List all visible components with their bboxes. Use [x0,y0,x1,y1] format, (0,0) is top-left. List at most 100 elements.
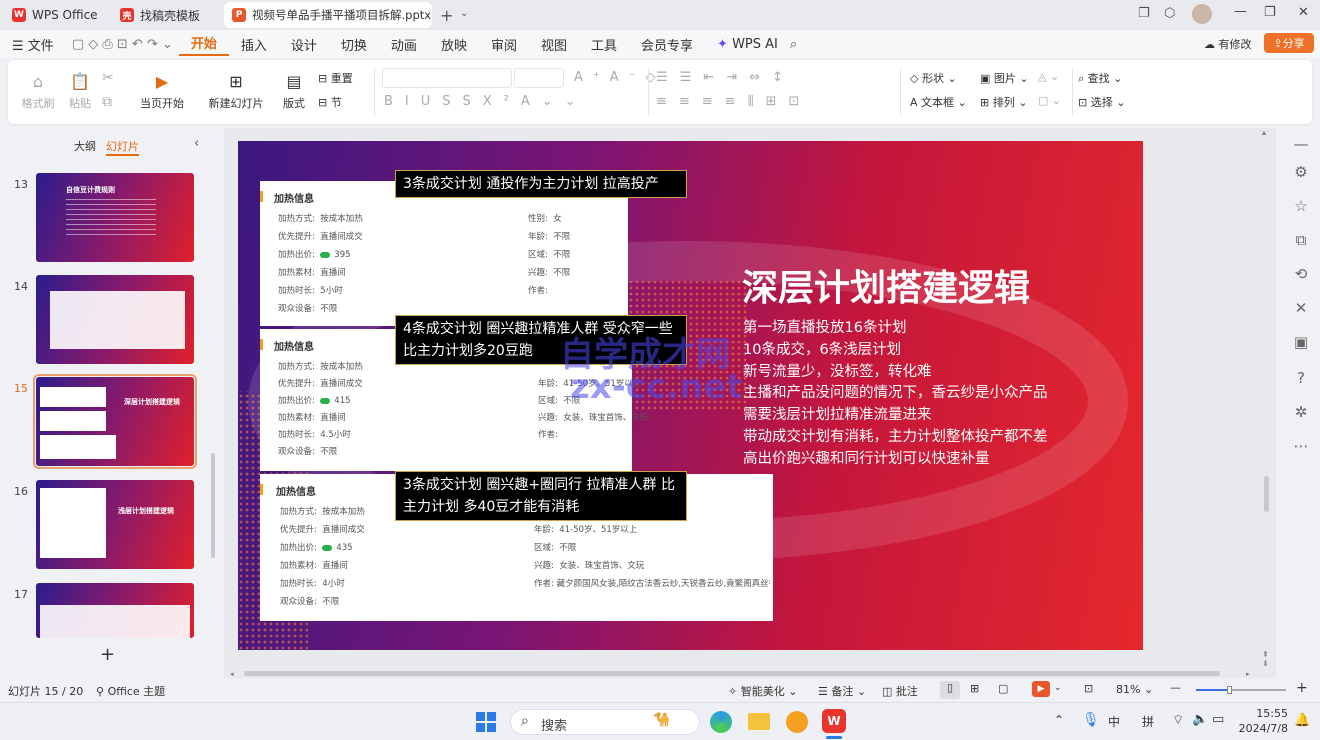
outline-tab[interactable]: 大纲 [74,138,96,154]
outline-icon[interactable]: ▢ ⌄ [1038,94,1061,107]
scroll-left-icon[interactable]: ◂ [230,670,234,678]
adjust-icon[interactable]: ⚙ [1290,164,1312,180]
slide-thumbnail-17[interactable] [36,583,194,638]
vertical-scrollbar[interactable] [1264,476,1269,512]
gear-icon[interactable]: ✲ [1290,404,1312,420]
file-explorer-icon[interactable] [748,713,770,730]
tab-animation[interactable]: 动画 [379,35,429,54]
tab-view[interactable]: 视图 [529,35,579,54]
scroll-right-icon[interactable]: ▸ [1246,670,1250,678]
help-icon[interactable]: ? [1290,370,1312,386]
star-icon[interactable]: ☆ [1290,198,1312,214]
copy-icon[interactable]: ⧉ [102,94,112,110]
panel-scrollbar[interactable] [211,453,215,558]
paragraph-list-icons[interactable]: ☰☰⇤⇥⇔↕ [656,70,795,85]
comments-button[interactable]: ◫ 批注 [882,683,918,699]
zoom-slider[interactable] [1196,686,1286,694]
battery-icon[interactable]: ▭ [1212,712,1224,727]
tab-insert[interactable]: 插入 [229,35,279,54]
section-button[interactable]: ⊟ 节 [318,94,342,110]
new-slide-button[interactable]: ⊞ 新建幻灯片 [204,68,268,116]
wifi-icon[interactable]: ⌔ [1172,712,1184,728]
tab-design[interactable]: 设计 [279,35,329,54]
scrollbar-thumb[interactable] [244,671,1220,676]
minus-icon[interactable]: — [1290,136,1312,152]
reading-view-icon[interactable]: ▢ [998,682,1008,695]
more-icon[interactable]: ⋯ [1290,438,1312,454]
cut-icon[interactable]: ✂ [102,70,114,86]
tray-chevron-icon[interactable]: ⌃ [1054,713,1064,727]
tab-wps-office[interactable]: W WPS Office [4,2,108,28]
edge-browser-icon[interactable] [710,711,732,733]
fill-icon[interactable]: ◬ ⌄ [1038,70,1059,83]
windows-start-icon[interactable] [476,712,496,732]
slide-thumbnail-16[interactable]: 浅层计划搭建逻辑 [36,480,194,569]
copy-layer-icon[interactable]: ⧉ [1290,232,1312,248]
new-tab-plus-icon[interactable]: + [440,6,453,25]
select-button[interactable]: ⊡ 选择 ⌄ [1078,94,1125,110]
picture-button[interactable]: ▣ 图片 ⌄ [980,70,1029,86]
text-style-icons[interactable]: BIUSSX²A⌄⌄ [384,94,588,109]
format-painter-button[interactable]: ⌂ 格式刷 [18,68,58,116]
slide-sorter-icon[interactable]: ⊞ [970,682,979,695]
notes-button[interactable]: ☰ 备注 ⌄ [818,683,866,699]
horizontal-scrollbar[interactable]: ◂ ▸ [230,670,1254,678]
microphone-icon[interactable]: 🎙 [1082,712,1100,728]
scroll-up-icon[interactable]: ▴ [1262,128,1266,137]
slide-thumbnail-15-selected[interactable]: 深层计划搭建逻辑 [33,374,197,469]
slide-15[interactable]: 加热信息 加热方式: 按成本加热 优先提升: 直播间成交 加热出价: 395 加… [238,141,1143,650]
caption-box-1[interactable]: 3条成交计划 通投作为主力计划 拉高投产 [395,170,687,198]
minimize-icon[interactable]: — [1234,4,1247,19]
theme-button[interactable]: ⚲ Office 主题 [96,683,165,699]
avatar[interactable] [1192,4,1212,24]
close-icon[interactable]: ✕ [1298,5,1309,20]
notification-bell-icon[interactable]: 🔔 [1294,713,1310,728]
caption-box-3[interactable]: 3条成交计划 圈兴趣+圈同行 拉精准人群 比主力计划 多40豆才能有消耗 [395,471,687,521]
maximize-icon[interactable]: ❐ [1264,5,1276,20]
play-from-current-button[interactable]: ▶ 当页开始 [132,68,192,116]
app-icon[interactable] [786,711,808,733]
cube-icon[interactable]: ⬡ [1164,6,1175,21]
slides-tab[interactable]: 幻灯片 [106,138,139,156]
add-slide-button[interactable]: + [100,644,115,665]
collapse-panel-icon[interactable]: ‹ [194,136,199,151]
ime-mode[interactable]: 中 [1108,713,1120,730]
arrange-button[interactable]: ⊞ 排列 ⌄ [980,94,1027,110]
shape-button[interactable]: ◇ 形状 ⌄ [910,70,957,86]
document-icon[interactable]: ▣ [1290,334,1312,350]
tools-icon[interactable]: ✕ [1290,300,1312,316]
window-restore-icon[interactable]: ❐ [1138,6,1150,21]
fit-window-icon[interactable]: ⊡ [1084,682,1093,695]
font-size-tools-icon[interactable]: A⁺A⁻◇ [574,70,666,85]
find-button[interactable]: ⌕ 查找 ⌄ [1078,70,1122,86]
paste-button[interactable]: 📋 粘贴 [60,68,100,116]
ime-pinyin[interactable]: 拼 [1142,713,1154,730]
slide-thumbnail-13[interactable]: 自信豆计费规则 [36,173,194,262]
beautify-button[interactable]: ✧ 智能美化 ⌄ [728,683,797,699]
font-size-select[interactable] [514,68,564,88]
slide-title[interactable]: 深层计划搭建逻辑 [742,259,1030,311]
tab-transition[interactable]: 切换 [329,35,379,54]
slide-body-text[interactable]: 第一场直播投放16条计划 10条成交，6条浅层计划 新号流量少，没标签，转化难 … [743,318,1048,471]
zoom-out-icon[interactable]: — [1170,681,1181,694]
tab-home[interactable]: 开始 [178,33,229,56]
tab-slideshow[interactable]: 放映 [429,35,479,54]
wps-ai-button[interactable]: ✦ WPS AI [705,37,790,52]
search-icon[interactable]: ⌕ [790,37,797,52]
speaker-icon[interactable]: 🔈 [1192,712,1208,727]
share-button[interactable]: ⇪ 分享 [1264,33,1314,53]
normal-view-icon[interactable]: ▯ [940,681,960,699]
modified-indicator[interactable]: ☁ 有修改 [1204,36,1252,52]
taskbar-search-box[interactable]: ⌕ 搜索 🐪 [510,709,700,735]
page-nav-icons[interactable]: ⇞ ⇟ [1262,650,1269,668]
zoom-in-icon[interactable]: + [1296,680,1308,696]
reset-button[interactable]: ⊟ 重置 [318,70,353,86]
textbox-button[interactable]: A 文本框 ⌄ [910,94,967,110]
tab-pptx-file[interactable]: P 视频号单品手播平播项目拆解.pptx ● [224,2,432,28]
convert-icon[interactable]: ⟲ [1290,266,1312,282]
slide-thumbnail-14[interactable] [36,275,194,364]
paragraph-align-icons[interactable]: ≡≡≡≡⫼⊞⊡ [656,94,811,109]
tab-list-chevron-icon[interactable]: ⌄ [460,8,468,19]
quick-access-icons[interactable]: ▢ ◇ ⎙ ⊡ ↶ ↷ ⌄ [66,37,179,52]
tab-member[interactable]: 会员专享 [629,35,705,54]
